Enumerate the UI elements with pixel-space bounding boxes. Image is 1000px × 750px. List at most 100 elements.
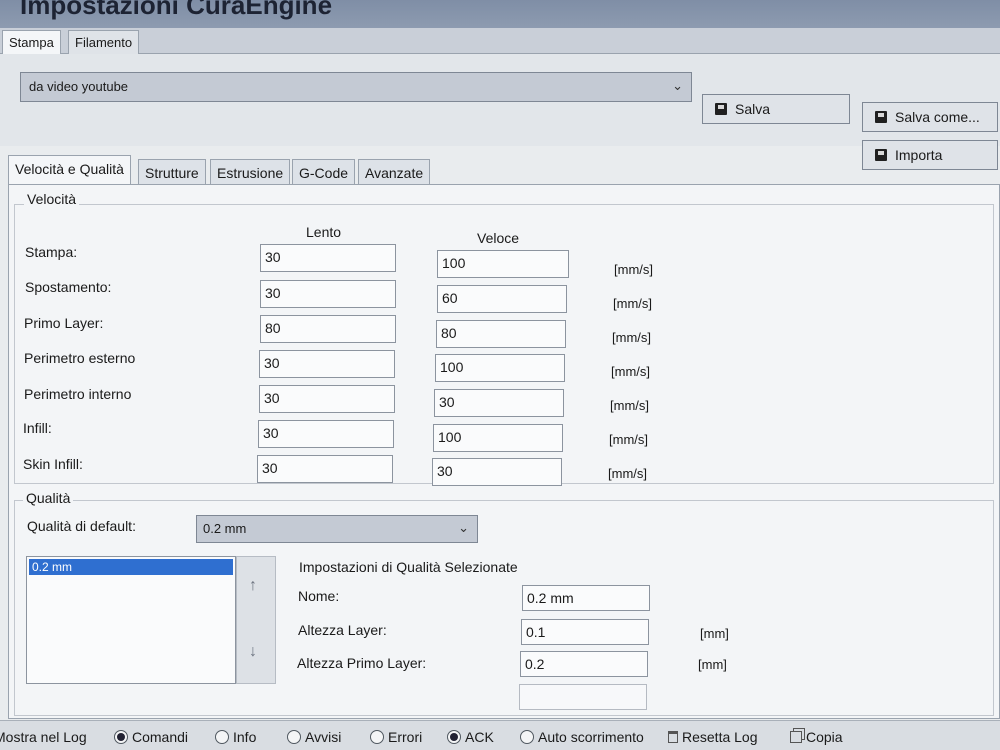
- import-button-label: Importa: [895, 147, 943, 163]
- top-tab-bar: Stampa Filamento: [0, 28, 1000, 55]
- quality-list[interactable]: 0.2 mm: [26, 556, 236, 684]
- profile-bar: da video youtube ⌄ Salva Salva come...: [0, 54, 1000, 146]
- log-option-label: Comandi: [132, 729, 189, 745]
- log-option-label: Errori: [388, 729, 423, 745]
- speed-row-label: Spostamento:: [25, 279, 112, 295]
- layer-height-input[interactable]: 0.1: [521, 619, 649, 645]
- speed-unit: [mm/s]: [611, 364, 650, 379]
- quality-name-input[interactable]: 0.2 mm: [522, 585, 650, 611]
- save-as-button[interactable]: Salva come...: [862, 102, 998, 132]
- first-layer-height-input[interactable]: 0.2: [520, 651, 648, 677]
- arrow-down-icon[interactable]: ↓: [249, 643, 257, 661]
- layer-height-unit: [mm]: [700, 626, 729, 641]
- profile-select[interactable]: da video youtube ⌄: [20, 72, 692, 102]
- default-quality-select[interactable]: 0.2 mm ⌄: [196, 515, 478, 543]
- speed-unit: [mm/s]: [609, 432, 648, 447]
- copy-button[interactable]: Copia: [790, 729, 843, 745]
- tab-velocita-qualita[interactable]: Velocità e Qualità: [8, 155, 131, 185]
- log-option-comandi[interactable]: Comandi: [114, 729, 188, 745]
- radio-icon: [215, 730, 229, 744]
- copy-icon: [790, 731, 802, 743]
- import-icon: [875, 149, 887, 161]
- speed-row-label: Primo Layer:: [24, 315, 104, 331]
- quality-extra-input[interactable]: [519, 684, 647, 710]
- speed-row-label: Infill:: [23, 420, 52, 436]
- speed-spostamento-slow-input[interactable]: 30: [260, 280, 396, 308]
- speed-unit: [mm/s]: [612, 330, 651, 345]
- profile-select-value: da video youtube: [29, 79, 129, 94]
- speed-row-label: Skin Infill:: [23, 456, 83, 472]
- default-quality-label: Qualità di default:: [27, 518, 136, 534]
- speed-group-title: Velocità: [24, 191, 80, 207]
- tab-strutture[interactable]: Strutture: [138, 159, 206, 185]
- column-header-slow: Lento: [306, 224, 342, 240]
- log-option-label: Auto scorrimento: [538, 729, 644, 745]
- first-layer-height-unit: [mm]: [698, 657, 727, 672]
- chevron-down-icon: ⌄: [672, 78, 683, 93]
- log-option-errori[interactable]: Errori: [370, 729, 422, 745]
- speed-unit: [mm/s]: [614, 262, 653, 277]
- speed-row-label: Stampa:: [25, 244, 78, 260]
- quality-reorder-buttons: ↑ ↓: [236, 556, 276, 684]
- speed-unit: [mm/s]: [610, 398, 649, 413]
- log-option-auto-scroll[interactable]: Auto scorrimento: [520, 729, 644, 745]
- quality-group-title: Qualità: [23, 490, 74, 506]
- speed-perimetro-esterno-fast-input[interactable]: 100: [435, 354, 565, 382]
- save-button[interactable]: Salva: [702, 94, 850, 124]
- radio-icon: [520, 730, 534, 744]
- radio-icon: [287, 730, 301, 744]
- reset-log-button[interactable]: Resetta Log: [668, 729, 758, 745]
- save-icon: [875, 111, 887, 123]
- quality-field-label: Altezza Layer:: [298, 622, 387, 638]
- tab-stampa[interactable]: Stampa: [2, 30, 61, 55]
- window-title: Impostazioni CuraEngine: [20, 0, 333, 20]
- save-button-label: Salva: [735, 101, 771, 117]
- speed-unit: [mm/s]: [608, 466, 647, 481]
- log-option-info[interactable]: Info: [215, 729, 256, 745]
- speed-perimetro-interno-slow-input[interactable]: 30: [259, 385, 395, 413]
- quality-field-label: Nome:: [298, 588, 340, 604]
- save-as-button-label: Salva come...: [895, 109, 980, 125]
- radio-icon: [114, 730, 128, 744]
- speed-primo-layer-slow-input[interactable]: 80: [260, 315, 396, 343]
- speed-unit: [mm/s]: [613, 296, 652, 311]
- speed-infill-fast-input[interactable]: 100: [433, 424, 563, 452]
- speed-row-label: Perimetro interno: [24, 386, 132, 402]
- tab-estrusione[interactable]: Estrusione: [210, 159, 291, 185]
- radio-icon: [370, 730, 384, 744]
- copy-label: Copia: [806, 729, 843, 745]
- quality-list-item[interactable]: 0.2 mm: [29, 559, 233, 575]
- speed-perimetro-interno-fast-input[interactable]: 30: [434, 389, 564, 417]
- arrow-up-icon[interactable]: ↑: [249, 577, 257, 595]
- speed-stampa-slow-input[interactable]: 30: [260, 244, 396, 272]
- speed-spostamento-fast-input[interactable]: 60: [437, 285, 567, 313]
- tab-filamento[interactable]: Filamento: [68, 30, 140, 54]
- speed-skin-infill-fast-input[interactable]: 30: [432, 458, 562, 486]
- log-option-label: Info: [233, 729, 257, 745]
- speed-stampa-fast-input[interactable]: 100: [437, 250, 569, 278]
- log-option-label: ACK: [465, 729, 494, 745]
- reset-log-label: Resetta Log: [682, 729, 758, 745]
- title-bar: Impostazioni CuraEngine: [0, 0, 1000, 28]
- tab-gcode[interactable]: G-Code: [292, 159, 356, 185]
- status-bar: Mostra nel Log Comandi Info Avvisi Error…: [0, 720, 1000, 750]
- log-option-avvisi[interactable]: Avvisi: [287, 729, 341, 745]
- column-header-fast: Veloce: [477, 230, 520, 246]
- import-button[interactable]: Importa: [862, 140, 998, 170]
- chevron-down-icon: ⌄: [458, 520, 469, 535]
- trash-icon: [668, 731, 678, 743]
- speed-perimetro-esterno-slow-input[interactable]: 30: [259, 350, 395, 378]
- save-icon: [715, 103, 727, 115]
- log-option-ack[interactable]: ACK: [447, 729, 494, 745]
- default-quality-value: 0.2 mm: [203, 521, 247, 536]
- speed-primo-layer-fast-input[interactable]: 80: [436, 320, 566, 348]
- quality-field-label: Altezza Primo Layer:: [297, 655, 427, 671]
- speed-infill-slow-input[interactable]: 30: [258, 420, 394, 448]
- log-option-label: Avvisi: [305, 729, 342, 745]
- radio-icon: [447, 730, 461, 744]
- selected-quality-title: Impostazioni di Qualità Selezionate: [299, 559, 518, 575]
- log-label: Mostra nel Log: [0, 729, 87, 745]
- tab-avanzate[interactable]: Avanzate: [358, 159, 431, 185]
- speed-row-label: Perimetro esterno: [24, 350, 136, 366]
- speed-skin-infill-slow-input[interactable]: 30: [257, 455, 393, 483]
